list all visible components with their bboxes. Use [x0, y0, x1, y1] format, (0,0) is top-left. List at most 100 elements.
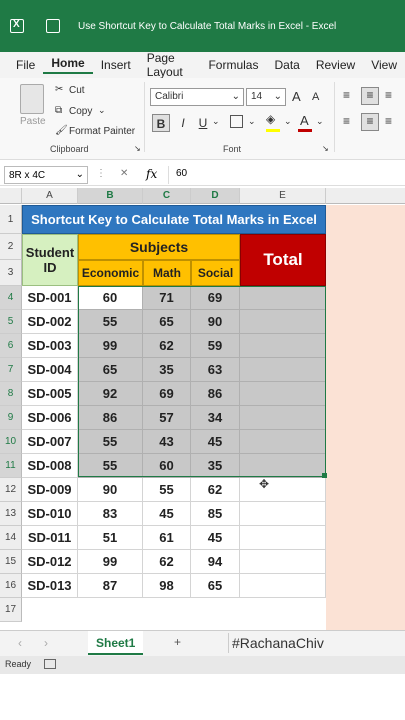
total-cell[interactable]	[240, 478, 326, 502]
student-id-cell[interactable]: SD-002	[22, 310, 78, 334]
total-cell[interactable]	[240, 382, 326, 406]
math-cell[interactable]: 62	[143, 334, 191, 358]
total-cell[interactable]	[240, 334, 326, 358]
format-painter-icon[interactable]: 🖌	[55, 125, 68, 136]
student-id-cell[interactable]: SD-008	[22, 454, 78, 478]
clipboard-launcher-icon[interactable]: ↘	[134, 144, 141, 153]
row-header-10[interactable]: 10	[0, 430, 22, 454]
align-middle-icon[interactable]: ≡	[361, 87, 379, 105]
format-painter-button[interactable]: Format Painter	[69, 126, 135, 137]
row-header-13[interactable]: 13	[0, 502, 22, 526]
math-cell[interactable]: 57	[143, 406, 191, 430]
social-cell[interactable]: 69	[191, 286, 240, 310]
student-id-cell[interactable]: SD-012	[22, 550, 78, 574]
font-name-select[interactable]: Calibri ⌄	[150, 88, 244, 106]
math-header[interactable]: Math	[143, 260, 191, 286]
economic-cell[interactable]: 51	[78, 526, 143, 550]
math-cell[interactable]: 45	[143, 502, 191, 526]
student-id-header[interactable]: Student ID	[22, 234, 78, 286]
total-cell[interactable]	[240, 406, 326, 430]
formula-input[interactable]: 60	[176, 168, 187, 179]
total-cell[interactable]	[240, 502, 326, 526]
economic-cell[interactable]: 99	[78, 334, 143, 358]
economic-cell[interactable]: 55	[78, 430, 143, 454]
tab-home[interactable]: Home	[43, 56, 93, 74]
paste-icon[interactable]	[20, 84, 44, 114]
subjects-header[interactable]: Subjects	[78, 234, 240, 260]
font-color-icon[interactable]: A	[300, 113, 309, 128]
row-header-8[interactable]: 8	[0, 382, 22, 406]
total-cell[interactable]	[240, 454, 326, 478]
student-id-cell[interactable]: SD-006	[22, 406, 78, 430]
grow-font-button[interactable]: A	[292, 89, 301, 104]
align-bottom-icon[interactable]: ≡	[385, 88, 392, 102]
economic-cell[interactable]: 60	[78, 286, 143, 310]
sheet-title[interactable]: Shortcut Key to Calculate Total Marks in…	[22, 205, 326, 234]
cut-button[interactable]: Cut	[69, 85, 85, 96]
student-id-cell[interactable]: SD-009	[22, 478, 78, 502]
economic-cell[interactable]: 87	[78, 574, 143, 598]
math-cell[interactable]: 71	[143, 286, 191, 310]
row-header-2[interactable]: 2	[0, 234, 22, 260]
font-size-select[interactable]: 14 ⌄	[246, 88, 286, 106]
total-cell[interactable]	[240, 550, 326, 574]
economic-cell[interactable]: 86	[78, 406, 143, 430]
underline-button[interactable]: U	[194, 114, 212, 132]
math-cell[interactable]: 43	[143, 430, 191, 454]
student-id-cell[interactable]: SD-005	[22, 382, 78, 406]
tab-page-layout[interactable]: Page Layout	[139, 51, 201, 79]
accessibility-icon[interactable]	[44, 659, 56, 669]
row-header-11[interactable]: 11	[0, 454, 22, 478]
align-top-icon[interactable]: ≡	[343, 88, 350, 102]
social-cell[interactable]: 86	[191, 382, 240, 406]
math-cell[interactable]: 55	[143, 478, 191, 502]
row-header-17[interactable]: 17	[0, 598, 22, 622]
social-cell[interactable]: 59	[191, 334, 240, 358]
student-id-cell[interactable]: SD-013	[22, 574, 78, 598]
underline-dropdown-icon[interactable]: ⌄	[212, 116, 220, 127]
economic-cell[interactable]: 99	[78, 550, 143, 574]
total-cell[interactable]	[240, 574, 326, 598]
student-id-cell[interactable]: SD-007	[22, 430, 78, 454]
shrink-font-button[interactable]: A	[312, 91, 319, 103]
tab-file[interactable]: File	[8, 58, 43, 72]
math-cell[interactable]: 60	[143, 454, 191, 478]
column-header-a[interactable]: A	[22, 188, 78, 204]
row-header-15[interactable]: 15	[0, 550, 22, 574]
copy-icon[interactable]: ⧉	[55, 105, 62, 116]
total-cell[interactable]	[240, 358, 326, 382]
math-cell[interactable]: 65	[143, 310, 191, 334]
social-cell[interactable]: 90	[191, 310, 240, 334]
name-box[interactable]: 8R x 4C ⌄	[4, 166, 88, 184]
fill-handle[interactable]	[322, 473, 327, 478]
total-cell[interactable]	[240, 286, 326, 310]
math-cell[interactable]: 35	[143, 358, 191, 382]
math-cell[interactable]: 61	[143, 526, 191, 550]
economic-cell[interactable]: 65	[78, 358, 143, 382]
paste-button[interactable]: Paste	[20, 116, 46, 127]
economic-cell[interactable]: 90	[78, 478, 143, 502]
column-header-e[interactable]: E	[240, 188, 326, 204]
math-cell[interactable]: 69	[143, 382, 191, 406]
row-header-1[interactable]: 1	[0, 205, 22, 234]
economic-cell[interactable]: 55	[78, 310, 143, 334]
social-cell[interactable]: 63	[191, 358, 240, 382]
fill-color-dropdown-icon[interactable]: ⌄	[284, 116, 292, 127]
copy-dropdown-icon[interactable]: ⌄	[98, 105, 106, 116]
student-id-cell[interactable]: SD-004	[22, 358, 78, 382]
social-cell[interactable]: 62	[191, 478, 240, 502]
student-id-cell[interactable]: SD-003	[22, 334, 78, 358]
row-header-6[interactable]: 6	[0, 334, 22, 358]
scroll-right-icon[interactable]: ›	[44, 636, 48, 650]
align-left-icon[interactable]: ≡	[343, 114, 350, 128]
tab-view[interactable]: View	[363, 58, 405, 72]
math-cell[interactable]: 62	[143, 550, 191, 574]
social-cell[interactable]: 65	[191, 574, 240, 598]
economic-header[interactable]: Economic	[78, 260, 143, 286]
student-id-cell[interactable]: SD-001	[22, 286, 78, 310]
select-all-corner[interactable]	[0, 188, 22, 204]
font-color-dropdown-icon[interactable]: ⌄	[316, 116, 324, 127]
economic-cell[interactable]: 83	[78, 502, 143, 526]
social-header[interactable]: Social	[191, 260, 240, 286]
row-header-9[interactable]: 9	[0, 406, 22, 430]
